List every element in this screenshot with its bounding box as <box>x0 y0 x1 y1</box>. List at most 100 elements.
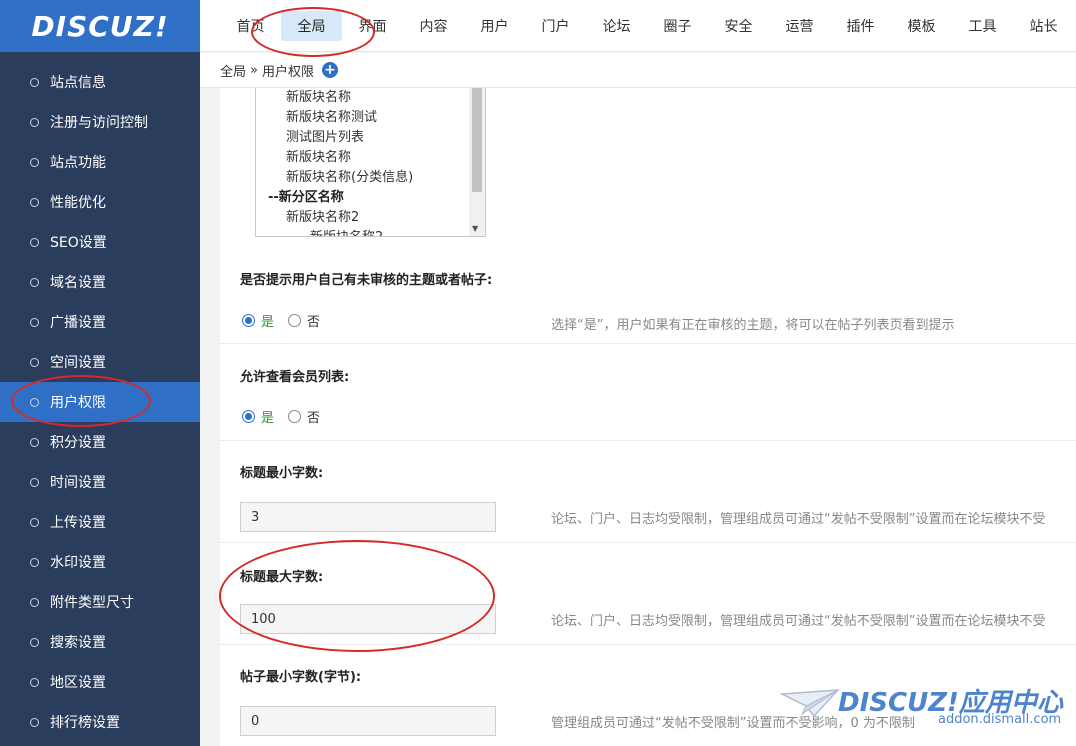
circle-bullet-icon <box>30 517 39 527</box>
nav-tab[interactable]: 插件 <box>830 11 891 41</box>
sidebar-item[interactable]: 地区设置 <box>0 662 200 702</box>
paper-plane-icon <box>780 689 840 718</box>
nav-tab[interactable]: 全局 <box>281 10 342 41</box>
circle-bullet-icon <box>30 77 39 87</box>
sidebar-item-label: 广播设置 <box>50 315 106 331</box>
sidebar-item[interactable]: 时间设置 <box>0 462 200 502</box>
radio-no-label[interactable]: 否 <box>307 311 320 330</box>
sidebar-item-label: 附件类型尺寸 <box>50 595 134 611</box>
nav-tab[interactable]: 用户 <box>464 11 525 41</box>
radio-yes[interactable] <box>242 314 255 327</box>
top-nav: 首页 全局 界面 内容 用户 门户 论坛 圈子 安全 运营 插件 模板 工具 站长 <box>200 0 1076 52</box>
forum-option[interactable]: 新版块名称 <box>256 88 485 108</box>
forum-option[interactable]: 新版块名称(分类信息) <box>256 168 485 188</box>
radio-yes-label[interactable]: 是 <box>261 311 274 330</box>
sidebar-item[interactable]: 站点信息 <box>0 62 200 102</box>
sidebar-item[interactable]: SEO设置 <box>0 222 200 262</box>
sidebar-item[interactable]: 上传设置 <box>0 502 200 542</box>
listbox-scrollbar[interactable]: ▼ <box>469 88 485 236</box>
setting-description: 论坛、门户、日志均受限制，管理组成员可通过“发帖不受限制”设置而在论坛模块不受 <box>551 512 1046 527</box>
setting-unreviewed-hint: 是否提示用户自己有未审核的主题或者帖子: 是 否 选择“是”，用户如果有正在审核… <box>220 249 1076 344</box>
nav-tab[interactable]: 站长 <box>1013 11 1074 41</box>
nav-tab[interactable]: 论坛 <box>586 11 647 41</box>
forum-option[interactable]: 新版块名称 <box>256 148 485 168</box>
sidebar-item[interactable]: 搜索设置 <box>0 622 200 662</box>
scroll-down-icon[interactable]: ▼ <box>472 224 478 233</box>
circle-bullet-icon <box>30 437 39 447</box>
radio-no[interactable] <box>288 410 302 423</box>
radio-group: 是 否 <box>242 311 334 330</box>
circle-bullet-icon <box>30 677 39 687</box>
nav-tab[interactable]: 门户 <box>525 11 586 41</box>
circle-bullet-icon <box>30 317 39 327</box>
circle-bullet-icon <box>30 717 39 727</box>
logo-text: DISCUZ! <box>31 9 169 43</box>
sidebar-item[interactable]: 积分设置 <box>0 422 200 462</box>
setting-description: 选择“是”，用户如果有正在审核的主题，将可以在帖子列表页看到提示 <box>551 318 955 333</box>
circle-bullet-icon <box>30 197 39 207</box>
discuz-logo[interactable]: DISCUZ! <box>0 0 200 52</box>
nav-tab[interactable]: 安全 <box>708 11 769 41</box>
sidebar-item-label: 站点功能 <box>50 155 106 171</box>
setting-title: 帖子最小字数(字节): <box>240 670 362 685</box>
sidebar-item-label: 上传设置 <box>50 515 106 531</box>
nav-tab[interactable]: 工具 <box>952 11 1013 41</box>
nav-tab[interactable]: 内容 <box>403 11 464 41</box>
radio-group: 是 否 <box>242 407 334 426</box>
nav-tab[interactable]: 运营 <box>769 11 830 41</box>
circle-bullet-icon <box>30 637 39 647</box>
radio-yes[interactable] <box>242 410 255 423</box>
circle-bullet-icon <box>30 157 39 167</box>
nav-tab[interactable]: 界面 <box>342 11 403 41</box>
sidebar-item-label: 水印设置 <box>50 555 106 571</box>
forum-option[interactable]: 新版块名称2 <box>256 208 485 228</box>
sidebar-item[interactable]: 站点功能 <box>0 142 200 182</box>
sidebar-item-label: 排行榜设置 <box>50 715 120 731</box>
circle-bullet-icon <box>30 597 39 607</box>
breadcrumb-sep: » <box>250 62 258 78</box>
sidebar-item[interactable]: 用户权限 <box>0 382 200 422</box>
sidebar-item-label: 空间设置 <box>50 355 106 371</box>
sidebar-item[interactable]: 水印设置 <box>0 542 200 582</box>
watermark: DISCUZ!应用中心 addon.dismall.com <box>780 682 1070 732</box>
sidebar-item-label: 地区设置 <box>50 675 106 691</box>
post-min-input[interactable] <box>240 706 496 736</box>
sidebar-item-label: 域名设置 <box>50 275 106 291</box>
setting-title-min: 标题最小字数: 论坛、门户、日志均受限制，管理组成员可通过“发帖不受限制”设置而… <box>220 442 1076 543</box>
forum-option[interactable]: 新版块名称测试 <box>256 108 485 128</box>
sidebar-item[interactable]: 附件类型尺寸 <box>0 582 200 622</box>
sidebar-item-label: 用户权限 <box>50 395 106 411</box>
nav-tab[interactable]: 首页 <box>220 11 281 41</box>
forum-option[interactable]: 新版块名称2 <box>256 228 485 236</box>
scrollbar-thumb[interactable] <box>472 88 482 192</box>
title-max-input[interactable] <box>240 604 496 634</box>
sidebar-item[interactable]: 注册与访问控制 <box>0 102 200 142</box>
add-shortcut-icon[interactable]: + <box>322 62 338 78</box>
forum-option[interactable]: 测试图片列表 <box>256 128 485 148</box>
setting-title: 标题最小字数: <box>240 466 324 481</box>
sidebar-item-label: 注册与访问控制 <box>50 115 148 131</box>
sidebar-item[interactable]: 空间设置 <box>0 342 200 382</box>
radio-no-label[interactable]: 否 <box>307 407 320 426</box>
title-min-input[interactable] <box>240 502 496 532</box>
circle-bullet-icon <box>30 477 39 487</box>
radio-yes-label[interactable]: 是 <box>261 407 274 426</box>
sidebar-item[interactable]: 广播设置 <box>0 302 200 342</box>
setting-description: 论坛、门户、日志均受限制，管理组成员可通过“发帖不受限制”设置而在论坛模块不受 <box>551 614 1046 629</box>
sidebar-item-label: 积分设置 <box>50 435 106 451</box>
sidebar-item[interactable]: 排行榜设置 <box>0 702 200 742</box>
forum-multiselect[interactable]: 新版块名称 新版块名称测试 测试图片列表 新版块名称 新版块名称(分类信息) --新分区名… <box>255 88 486 237</box>
sidebar-item[interactable]: 性能优化 <box>0 182 200 222</box>
circle-bullet-icon <box>30 277 39 287</box>
sidebar-item-label: 性能优化 <box>50 195 106 211</box>
breadcrumb-root[interactable]: 全局 <box>220 61 246 80</box>
sidebar-item[interactable]: 域名设置 <box>0 262 200 302</box>
forum-group-option[interactable]: --新分区名称 <box>256 188 485 208</box>
breadcrumb: 全局 » 用户权限 + <box>200 53 1076 88</box>
setting-title: 标题最大字数: <box>240 570 324 585</box>
radio-no[interactable] <box>288 314 302 327</box>
sidebar-item-label: SEO设置 <box>50 235 107 251</box>
nav-tab[interactable]: 模板 <box>891 11 952 41</box>
circle-bullet-icon <box>30 397 39 407</box>
nav-tab[interactable]: 圈子 <box>647 11 708 41</box>
